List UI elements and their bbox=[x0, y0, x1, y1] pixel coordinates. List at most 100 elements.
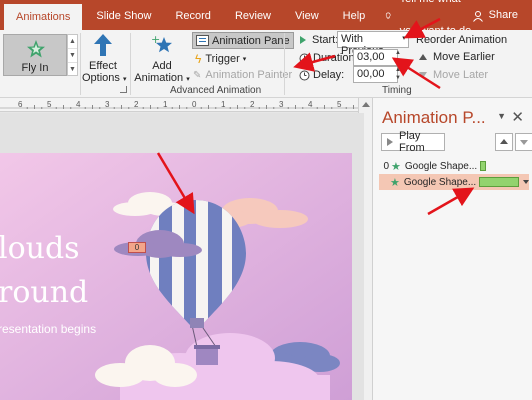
animation-pane-label: Animation Pane bbox=[212, 34, 290, 47]
animation-item-name: Google Shape... bbox=[403, 176, 477, 188]
ruler-label: 4 bbox=[76, 100, 81, 109]
reorder-animation-label: Reorder Animation bbox=[416, 34, 508, 46]
gallery-scroll[interactable]: ▲ ▼ ▼ bbox=[67, 34, 78, 76]
duration-value: 03,00 bbox=[357, 51, 385, 63]
delay-field[interactable]: 00,00 bbox=[353, 66, 398, 83]
dialog-launcher-icon[interactable] bbox=[120, 86, 127, 93]
ribbon: Fly In ▲ ▼ ▼ Effect Options ▾ + Add Anim… bbox=[0, 30, 532, 98]
timeline-bar[interactable] bbox=[480, 161, 487, 171]
painter-brush-icon: ✎ bbox=[193, 69, 202, 81]
slide[interactable]: louds round resentation begins 0 bbox=[0, 153, 352, 400]
share-label: Share bbox=[488, 9, 518, 21]
slide-title-line-2: round bbox=[0, 275, 89, 310]
animation-list-item[interactable]: 0 ★ Google Shape... bbox=[379, 158, 529, 174]
svg-text:+: + bbox=[151, 33, 160, 46]
chevron-down-icon: ▾ bbox=[242, 56, 247, 63]
duration-label-text: Duration: bbox=[313, 52, 358, 64]
delay-spinner[interactable]: ▲ ▼ bbox=[393, 66, 403, 83]
close-icon[interactable]: ✕ bbox=[511, 108, 524, 126]
animation-pane: Animation P... ▼ ✕ Play From 0 ★ Google … bbox=[372, 98, 532, 400]
triangle-up-icon bbox=[500, 139, 508, 144]
tell-me-search[interactable]: Tell me what you want to do bbox=[385, 0, 471, 37]
ruler-label: 6 bbox=[18, 100, 23, 109]
fly-in-star-icon bbox=[27, 40, 45, 58]
effect-options-label-1: Effect bbox=[89, 60, 117, 72]
person-icon bbox=[472, 11, 483, 22]
group-label-advanced: Advanced Animation bbox=[170, 85, 262, 96]
scroll-up-icon[interactable] bbox=[362, 102, 370, 107]
delay-label-text: Delay: bbox=[313, 69, 345, 81]
animation-gallery-fly-in[interactable]: Fly In bbox=[3, 34, 67, 76]
ruler-label: 1 bbox=[163, 100, 168, 109]
add-animation-button[interactable]: + Add Animation ▾ bbox=[134, 33, 190, 86]
lightbulb-icon bbox=[386, 12, 391, 19]
tab-review[interactable]: Review bbox=[223, 0, 283, 30]
tab-record[interactable]: Record bbox=[163, 0, 222, 30]
ruler-label: 2 bbox=[134, 100, 139, 109]
item-menu-chevron-icon[interactable] bbox=[523, 180, 529, 184]
ruler-label: 3 bbox=[279, 100, 284, 109]
move-up-button[interactable] bbox=[495, 133, 513, 151]
animation-star-icon: ★ bbox=[391, 160, 401, 173]
group-label-timing: Timing bbox=[382, 85, 412, 96]
ruler-label: 3 bbox=[105, 100, 110, 109]
animation-item-name: Google Shape... bbox=[404, 160, 478, 172]
ruler-label: 2 bbox=[250, 100, 255, 109]
triangle-down-icon bbox=[419, 72, 427, 78]
gallery-down-icon[interactable]: ▼ bbox=[68, 49, 77, 63]
spin-down-icon[interactable]: ▼ bbox=[393, 74, 403, 82]
timeline-bar[interactable] bbox=[479, 177, 519, 187]
move-earlier-label: Move Earlier bbox=[433, 51, 495, 63]
group-separator bbox=[130, 33, 131, 95]
tab-slide-show[interactable]: Slide Show bbox=[84, 0, 163, 30]
triangle-up-icon bbox=[419, 54, 427, 60]
effect-options-label-2: Options bbox=[82, 72, 120, 84]
clock-icon bbox=[299, 70, 310, 80]
move-later-button[interactable]: Move Later bbox=[419, 69, 488, 81]
chevron-down-icon: ▾ bbox=[186, 76, 190, 83]
start-dropdown[interactable]: With Previous bbox=[337, 31, 409, 57]
chevron-down-icon: ▾ bbox=[122, 76, 127, 83]
effect-options-button[interactable]: Effect Options ▾ bbox=[82, 33, 127, 86]
move-later-label: Move Later bbox=[433, 69, 489, 81]
gallery-more-icon[interactable]: ▼ bbox=[68, 63, 77, 77]
slide-subtitle: resentation begins bbox=[0, 322, 97, 336]
animation-painter-button[interactable]: ✎ Animation Painter bbox=[193, 69, 292, 81]
play-from-label: Play From bbox=[399, 130, 425, 154]
play-icon bbox=[387, 138, 393, 146]
duration-field[interactable]: 03,00 bbox=[353, 49, 398, 66]
trigger-button[interactable]: ϟ Trigger ▾ bbox=[195, 52, 246, 66]
ruler-label: 4 bbox=[308, 100, 313, 109]
animation-list-item[interactable]: ★ Google Shape... bbox=[379, 174, 529, 190]
pane-options-chevron-icon[interactable]: ▼ bbox=[497, 111, 506, 121]
tab-animations[interactable]: Animations bbox=[4, 4, 83, 30]
start-label: Start: bbox=[300, 34, 338, 46]
clock-icon bbox=[299, 53, 310, 63]
animation-item-number: 0 bbox=[383, 160, 389, 172]
move-down-button[interactable] bbox=[515, 133, 532, 151]
animation-pane-title: Animation P... bbox=[382, 108, 486, 127]
up-arrow-icon bbox=[94, 34, 112, 56]
duration-label: Duration: bbox=[299, 52, 358, 64]
tab-view[interactable]: View bbox=[283, 0, 331, 30]
animation-order-badge[interactable]: 0 bbox=[128, 242, 146, 253]
play-from-button[interactable]: Play From bbox=[381, 130, 445, 154]
spin-down-icon[interactable]: ▼ bbox=[393, 57, 403, 65]
animation-pane-button[interactable]: Animation Pane bbox=[192, 32, 294, 49]
triangle-down-icon bbox=[520, 140, 528, 145]
animation-painter-label: Animation Painter bbox=[205, 69, 293, 81]
move-earlier-button[interactable]: Move Earlier bbox=[419, 51, 495, 63]
spin-up-icon[interactable]: ▲ bbox=[393, 49, 403, 57]
gallery-item-label: Fly In bbox=[21, 62, 49, 74]
delay-label: Delay: bbox=[299, 69, 344, 81]
start-label-text: Start: bbox=[312, 34, 339, 46]
share-button[interactable]: Share bbox=[472, 0, 518, 30]
gallery-up-icon[interactable]: ▲ bbox=[68, 35, 77, 49]
horizontal-ruler: 6543210123456 bbox=[0, 98, 358, 112]
tab-help[interactable]: Help bbox=[331, 0, 378, 30]
start-dropdown-chevron-icon[interactable]: ▾ bbox=[400, 34, 408, 44]
ruler-label: 5 bbox=[337, 100, 342, 109]
duration-spinner[interactable]: ▲ ▼ bbox=[393, 49, 403, 66]
spin-up-icon[interactable]: ▲ bbox=[393, 66, 403, 74]
lightning-icon: ϟ bbox=[195, 52, 202, 66]
